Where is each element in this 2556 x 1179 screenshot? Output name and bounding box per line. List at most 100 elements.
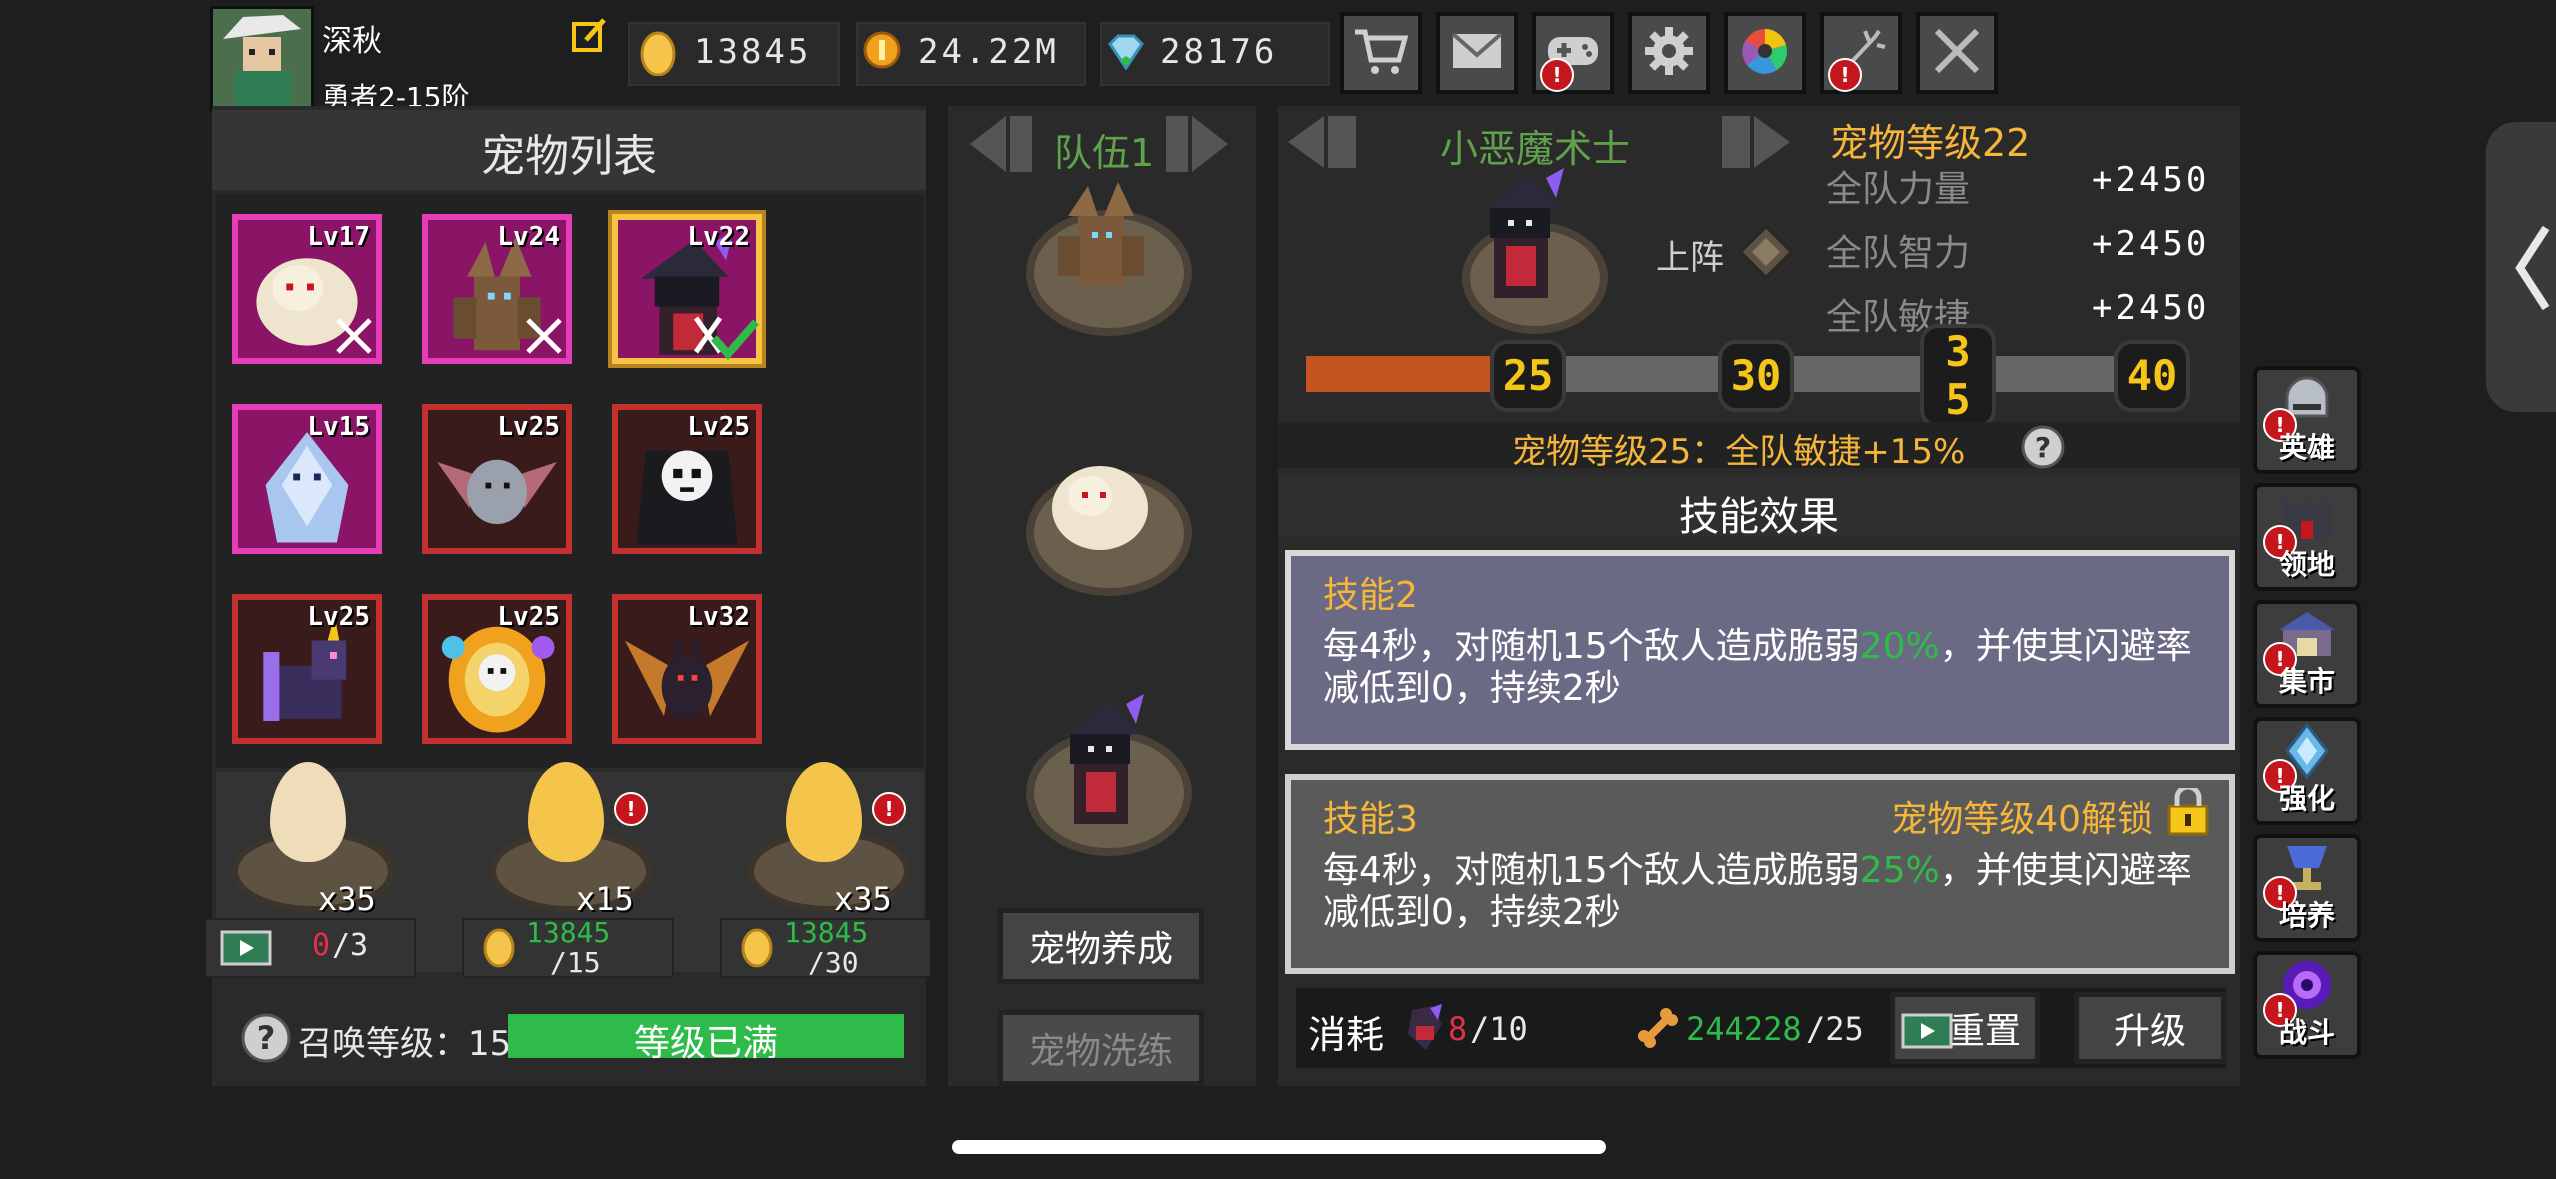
video-ad-icon bbox=[1901, 1009, 1953, 1049]
mail-button[interactable] bbox=[1436, 12, 1518, 94]
pet-card[interactable]: Lv25 bbox=[422, 404, 572, 554]
side-menu-label: 集市 bbox=[2278, 665, 2335, 698]
egg-amount: 13845 bbox=[694, 32, 812, 72]
side-menu-4[interactable]: ! 强化 bbox=[2253, 717, 2361, 825]
upgrade-button[interactable]: 升级 bbox=[2074, 992, 2226, 1064]
prev-team-arrow[interactable] bbox=[966, 112, 1036, 176]
next-bonus-text: 宠物等级25：全队敏捷+15% bbox=[1512, 432, 1966, 472]
side-menu-3[interactable]: ! 集市 bbox=[2253, 600, 2361, 708]
gear-icon bbox=[1643, 25, 1695, 81]
stat-value: +2450 bbox=[2092, 160, 2210, 200]
alert-badge: ! bbox=[1828, 58, 1862, 92]
egg-cost-current: 13845 bbox=[526, 916, 611, 949]
skill-value: 25% bbox=[1859, 850, 1940, 891]
skill-card: 技能3 宠物等级40解锁 每4秒，对随机15个敌人造成脆弱25%，并使其闪避率减低到… bbox=[1285, 774, 2235, 974]
side-menu-2[interactable]: ! 领地 bbox=[2253, 483, 2361, 591]
pet-level: Lv24 bbox=[497, 222, 560, 252]
color-wheel-button[interactable] bbox=[1724, 12, 1806, 94]
skill-text-pre: 每4秒，对随机15个敌人造成脆弱 bbox=[1323, 850, 1860, 891]
bone-value: 244228 bbox=[1686, 1010, 1802, 1048]
gold-coin-icon bbox=[862, 30, 902, 70]
side-menu-label: 强化 bbox=[2278, 782, 2335, 815]
side-menu-1[interactable]: ! 英雄 bbox=[2253, 366, 2361, 474]
pet-card[interactable]: Lv25 bbox=[232, 594, 382, 744]
svg-text:?: ? bbox=[2035, 431, 2051, 464]
prev-pet-arrow[interactable] bbox=[1284, 112, 1364, 172]
pet-level: Lv25 bbox=[307, 602, 370, 632]
help-icon[interactable]: ? bbox=[240, 1012, 292, 1064]
pet-level: Lv22 bbox=[687, 222, 750, 252]
next-pet-arrow[interactable] bbox=[1714, 112, 1794, 172]
deploy-label: 上阵 bbox=[1656, 238, 1724, 278]
pet-card[interactable]: Lv15 bbox=[232, 404, 382, 554]
gold-egg-icon bbox=[482, 924, 516, 968]
shard-max: /10 bbox=[1470, 1010, 1528, 1048]
side-menu-6[interactable]: ! 战斗 bbox=[2253, 951, 2361, 1059]
home-indicator[interactable] bbox=[952, 1140, 1606, 1154]
skill-description: 每4秒，对随机15个敌人造成脆弱20%，并使其闪避率减低到0，持续2秒 bbox=[1323, 626, 2203, 710]
cart-icon bbox=[1353, 26, 1409, 80]
pet-card[interactable]: Lv17 bbox=[232, 214, 382, 364]
pet-list-title: 宠物列表 bbox=[481, 131, 657, 182]
edit-icon[interactable] bbox=[570, 16, 610, 56]
pet-card[interactable]: Lv25 bbox=[422, 594, 572, 744]
pet-card[interactable]: Lv32 bbox=[612, 594, 762, 744]
summon-status: 等级已满 bbox=[633, 1023, 778, 1064]
skill-value: 20% bbox=[1859, 626, 1940, 667]
level-milestone: 25 bbox=[1490, 340, 1566, 412]
pet-card[interactable]: Lv24 bbox=[422, 214, 572, 364]
milestone-level: 25 bbox=[1502, 351, 1554, 400]
side-menu-label: 培养 bbox=[2278, 899, 2335, 932]
gamepad-button[interactable]: ! bbox=[1532, 12, 1614, 94]
stat-label: 全队力量 bbox=[1826, 169, 1971, 210]
egg-cost-current: 0 bbox=[312, 928, 331, 963]
egg-count: x35 bbox=[318, 880, 376, 918]
alert-badge: ! bbox=[1540, 58, 1574, 92]
egg-cost-max: /15 bbox=[550, 946, 601, 979]
pet-level: Lv15 bbox=[307, 412, 370, 442]
alert-badge: ! bbox=[872, 792, 906, 826]
pet-train-button[interactable]: 宠物养成 bbox=[998, 908, 1204, 984]
pet-portrait bbox=[1460, 168, 1580, 318]
sparkle-button[interactable]: ! bbox=[1820, 12, 1902, 94]
pet-shard-icon bbox=[1402, 1004, 1448, 1054]
level-milestone: 40 bbox=[2114, 340, 2190, 412]
team-label: 队伍1 bbox=[1054, 131, 1155, 175]
shard-value: 8 bbox=[1448, 1010, 1468, 1048]
level-progress-fill bbox=[1306, 356, 1495, 392]
milestone-level: 30 bbox=[1730, 351, 1782, 400]
crossed-swords-icon bbox=[332, 314, 376, 358]
side-menu-5[interactable]: ! 培养 bbox=[2253, 834, 2361, 942]
reset-button[interactable]: 重置 bbox=[1890, 992, 2040, 1064]
deploy-toggle[interactable] bbox=[1736, 222, 1796, 282]
color-wheel-icon bbox=[1739, 25, 1791, 81]
next-team-arrow[interactable] bbox=[1162, 112, 1232, 176]
skill-description: 每4秒，对随机15个敌人造成脆弱25%，并使其闪避率减低到0，持续2秒 bbox=[1323, 850, 2203, 934]
bone-max: /25 bbox=[1806, 1010, 1864, 1048]
level-milestone: 3 5 bbox=[1920, 324, 1996, 428]
treant-sprite bbox=[1038, 176, 1164, 306]
pet-level: Lv25 bbox=[687, 412, 750, 442]
egg-cost-max: /30 bbox=[808, 946, 859, 979]
gold-amount: 24.22M bbox=[918, 32, 1059, 72]
diamond-icon bbox=[1104, 34, 1148, 71]
player-avatar[interactable] bbox=[210, 6, 314, 112]
lock-icon bbox=[2165, 784, 2211, 836]
alert-badge: ! bbox=[614, 792, 648, 826]
demon-mage-sprite bbox=[1040, 694, 1160, 844]
side-drawer-tab[interactable] bbox=[2486, 122, 2556, 412]
egg-count: x15 bbox=[576, 880, 634, 918]
pet-card[interactable]: Lv22 bbox=[612, 214, 762, 364]
pet-card[interactable]: Lv25 bbox=[612, 404, 762, 554]
crossed-swords-icon bbox=[1931, 25, 1983, 81]
deployed-check-icon bbox=[692, 312, 762, 362]
skill-unlock-text: 宠物等级40解锁 bbox=[1891, 799, 2153, 840]
stat-value: +2450 bbox=[2092, 288, 2210, 328]
player-name: 深秋 bbox=[322, 24, 382, 59]
shop-button[interactable] bbox=[1340, 12, 1422, 94]
battle-button[interactable] bbox=[1916, 12, 1998, 94]
help-icon[interactable]: ? bbox=[2020, 424, 2066, 470]
pet-wash-button[interactable]: 宠物洗练 bbox=[998, 1010, 1204, 1086]
settings-button[interactable] bbox=[1628, 12, 1710, 94]
mail-icon bbox=[1450, 31, 1504, 75]
